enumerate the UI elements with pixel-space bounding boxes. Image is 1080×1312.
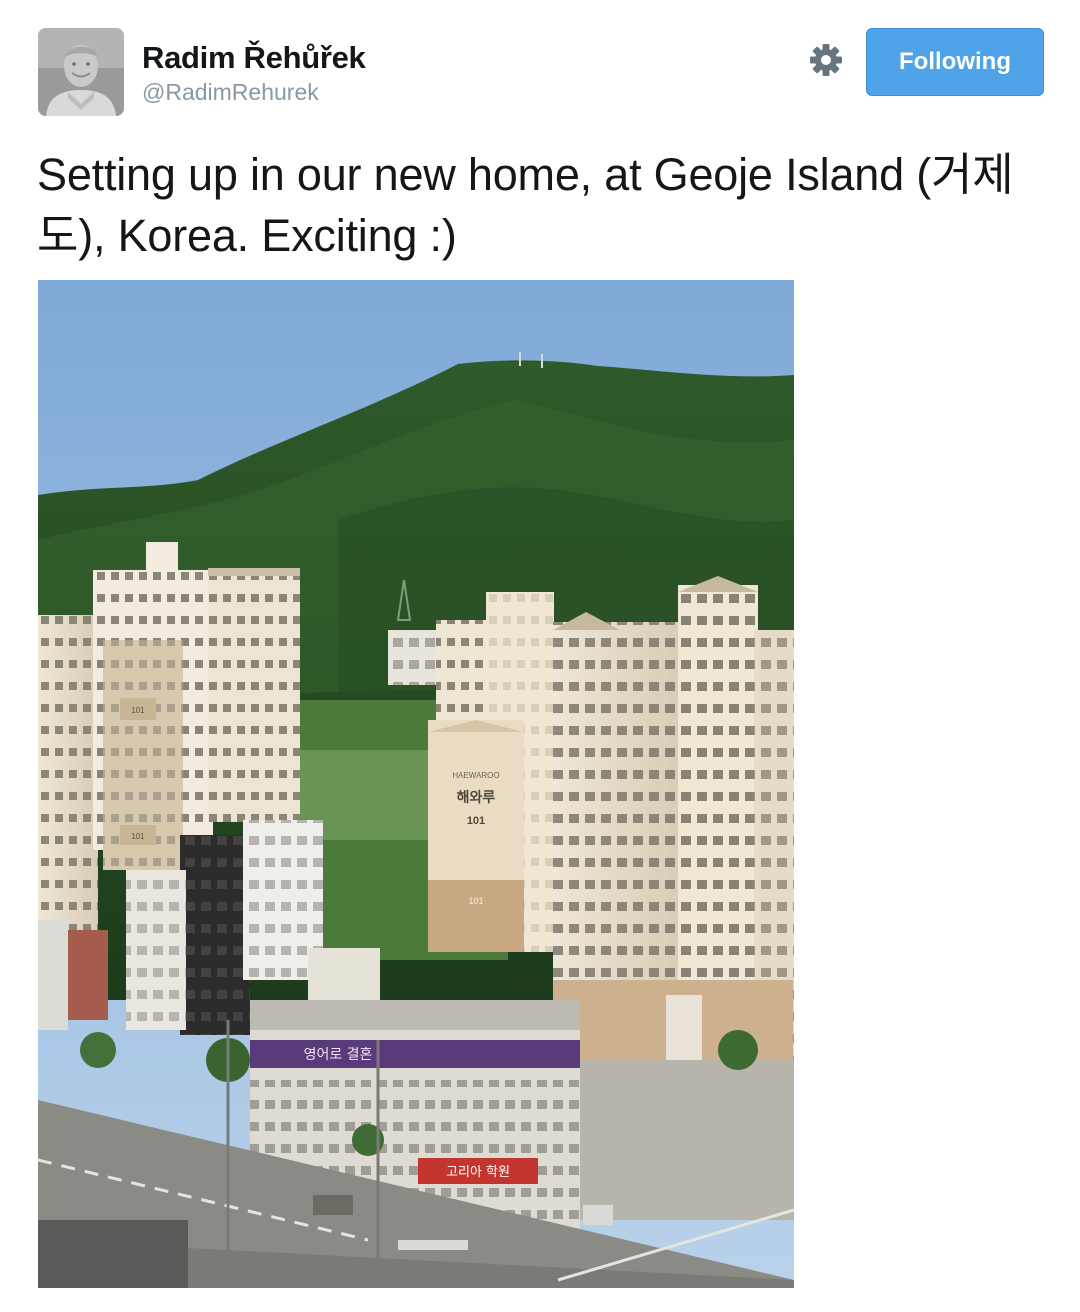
author-names: Radim Řehůřek @RadimRehurek <box>142 40 366 106</box>
korean-sign: 해와루 <box>457 789 496 806</box>
building-number-sign: 101 <box>467 815 485 827</box>
street-sign-top: 영어로 결혼 <box>304 1047 373 1063</box>
author-screen-name[interactable]: @RadimRehurek <box>142 78 366 106</box>
city-mountain-photo: 101 101 HAEWAROO 해와루 101 101 영어로 결혼 고리아 … <box>38 280 794 1288</box>
avatar[interactable] <box>38 28 124 116</box>
tweet-text: Setting up in our new home, at Geoje Isl… <box>37 149 1014 261</box>
left-tower-number-low: 101 <box>131 832 145 841</box>
following-button[interactable]: Following <box>866 28 1044 96</box>
tweet-card: Radim Řehůřek @RadimRehurek Following Se… <box>0 0 1080 1312</box>
avatar-photo <box>38 28 124 116</box>
brand-sign: HAEWAROO <box>452 771 499 780</box>
left-tower-number: 101 <box>131 706 145 715</box>
author-display-name[interactable]: Radim Řehůřek <box>142 40 366 76</box>
tweet-photo[interactable]: 101 101 HAEWAROO 해와루 101 101 영어로 결혼 고리아 … <box>38 280 794 1288</box>
building-number-low-sign: 101 <box>468 896 483 906</box>
gear-icon[interactable] <box>808 42 844 78</box>
street-sign-bottom: 고리아 학원 <box>446 1165 510 1180</box>
tweet-header: Radim Řehůřek @RadimRehurek Following <box>38 28 1044 118</box>
